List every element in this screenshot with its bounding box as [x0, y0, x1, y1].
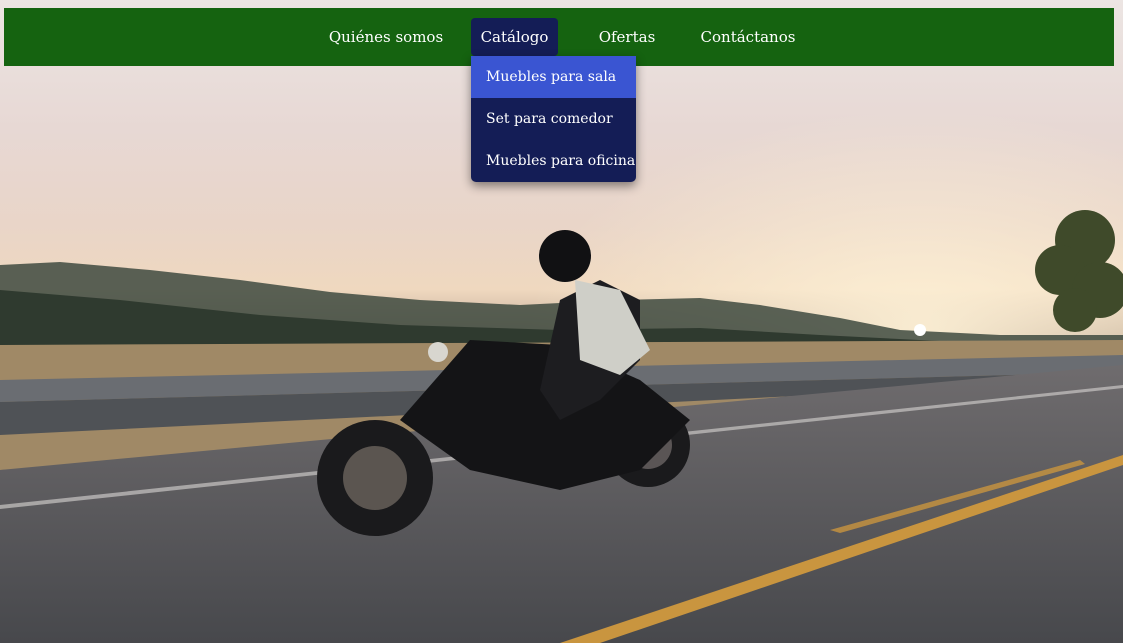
nav-item-catalogo[interactable]: Catálogo: [471, 18, 558, 56]
catalogo-dropdown-menu: Muebles para sala Set para comedor Muebl…: [471, 56, 636, 182]
dropdown-item-set-para-comedor[interactable]: Set para comedor: [471, 98, 636, 140]
nav-item-quienes-somos[interactable]: Quiénes somos: [314, 18, 458, 56]
nav-item-ofertas[interactable]: Ofertas: [592, 18, 662, 56]
nav-item-contactanos[interactable]: Contáctanos: [698, 18, 798, 56]
dropdown-item-muebles-para-oficina[interactable]: Muebles para oficina: [471, 140, 636, 182]
dropdown-item-muebles-para-sala[interactable]: Muebles para sala: [471, 56, 636, 98]
